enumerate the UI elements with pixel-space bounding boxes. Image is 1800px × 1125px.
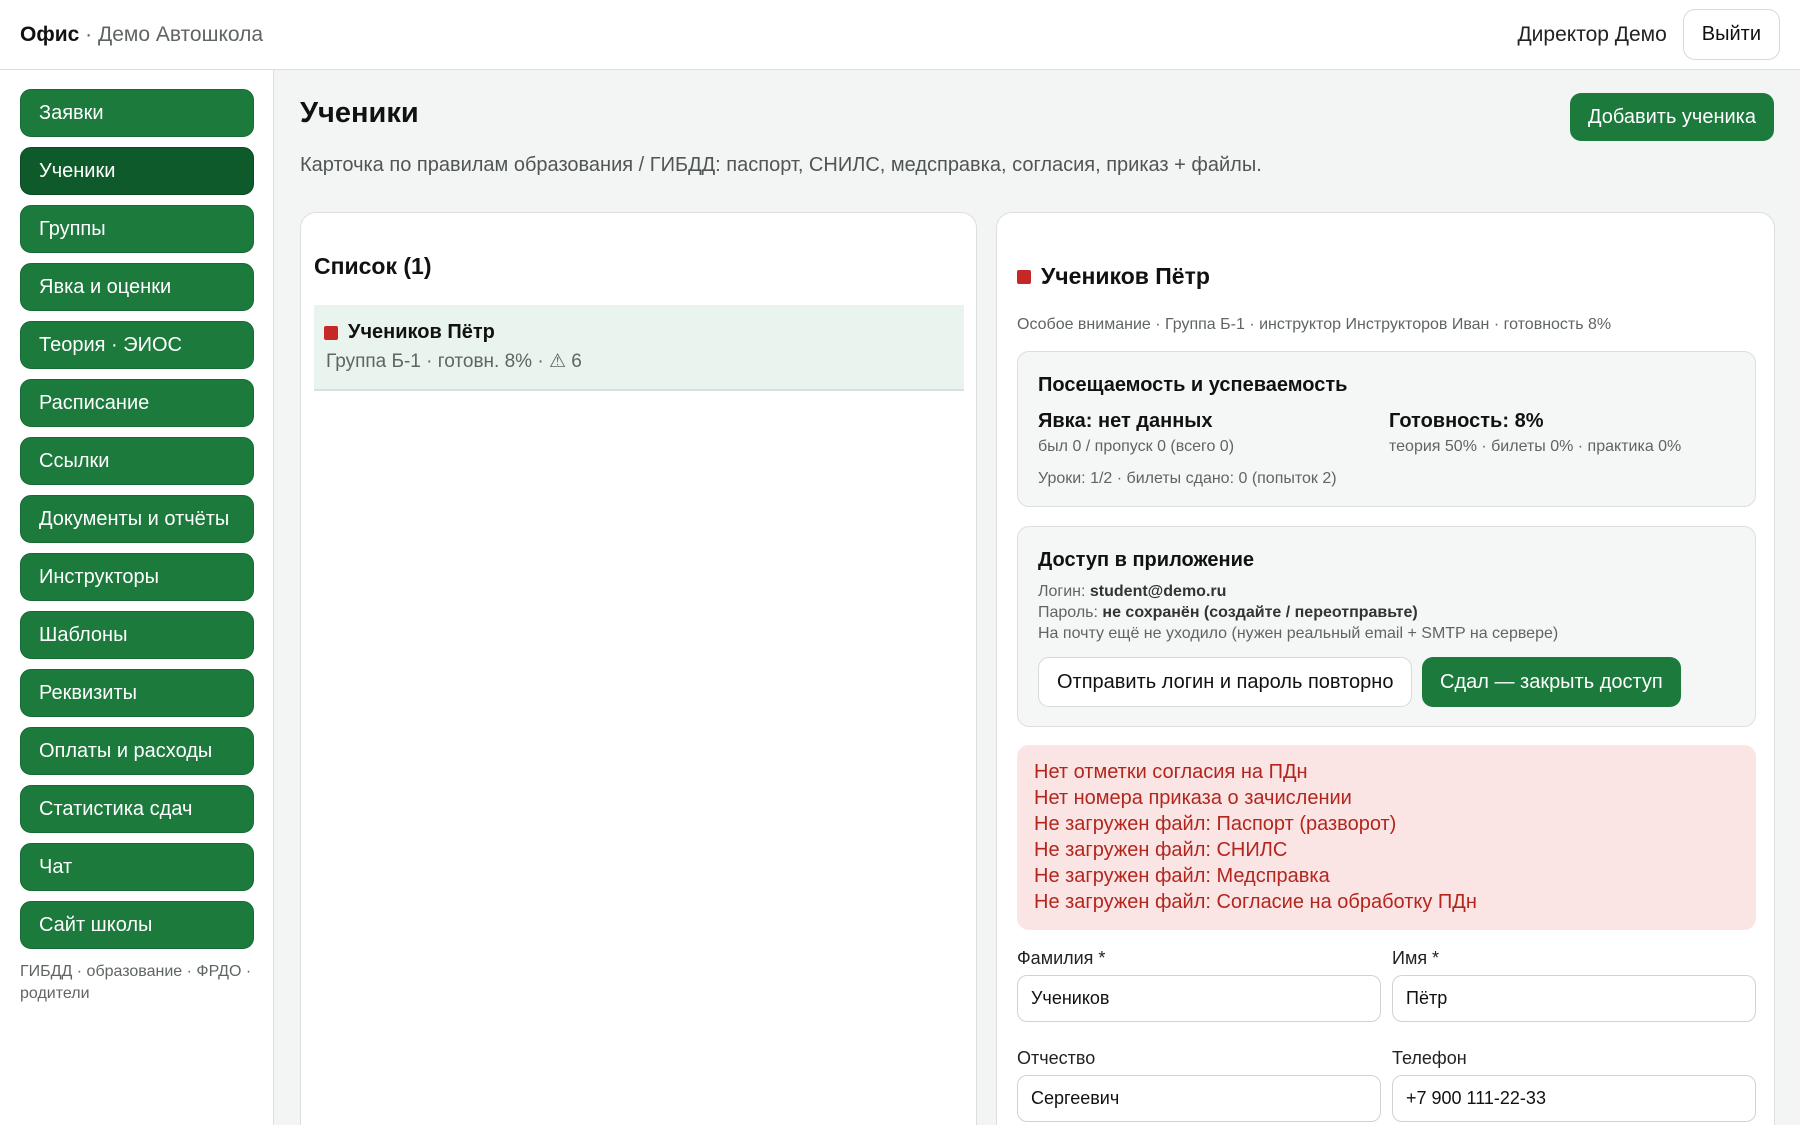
detail-header: Учеников Пётр <box>1017 263 1210 290</box>
attendance-status: Явка: нет данных <box>1038 410 1213 432</box>
close-access-button[interactable]: Сдал — закрыть доступ <box>1422 657 1681 707</box>
main-content: Ученики Добавить ученика Карточка по пра… <box>275 70 1800 1125</box>
readiness-detail: теория 50% · билеты 0% · практика 0% <box>1389 438 1682 455</box>
warning-item: Не загружен файл: СНИЛС <box>1034 839 1288 861</box>
student-list-panel: Список (1) Учеников Пётр Группа Б-1 · го… <box>300 212 977 1125</box>
sidebar-item-templates[interactable]: Шаблоны <box>20 611 254 659</box>
app-name: Офис <box>20 22 80 46</box>
surname-input[interactable] <box>1017 975 1381 1022</box>
sidebar-item-instructors[interactable]: Инструкторы <box>20 553 254 601</box>
list-item-name-row: Учеников Пётр <box>324 321 954 344</box>
sidebar-item-chat[interactable]: Чат <box>20 843 254 891</box>
add-student-button[interactable]: Добавить ученика <box>1569 93 1774 141</box>
login-line: Логин: student@demo.ru <box>1038 581 1558 602</box>
login-label: Логин: <box>1038 583 1090 600</box>
student-detail-panel: Учеников Пётр Особое внимание · Группа Б… <box>996 212 1775 1125</box>
sidebar-item-links[interactable]: Ссылки <box>20 437 254 485</box>
access-card-title: Доступ в приложение <box>1038 549 1254 571</box>
top-bar: Офис · Демо Автошкола Директор Демо Выйт… <box>0 0 1800 70</box>
brand: Офис · Демо Автошкола <box>20 23 263 47</box>
sidebar-item-school-site[interactable]: Сайт школы <box>20 901 254 949</box>
attendance-card: Посещаемость и успеваемость Явка: нет да… <box>1017 351 1756 507</box>
warning-item: Не загружен файл: Паспорт (разворот) <box>1034 813 1397 835</box>
warnings-alert: Нет отметки согласия на ПДн Нет номера п… <box>1017 745 1756 930</box>
lessons-summary: Уроки: 1/2 · билеты сдано: 0 (попыток 2) <box>1038 470 1337 487</box>
user-area: Директор Демо Выйти <box>1517 9 1780 60</box>
password-label: Пароль: <box>1038 604 1103 621</box>
attendance-detail: был 0 / пропуск 0 (всего 0) <box>1038 438 1235 455</box>
warning-item: Нет отметки согласия на ПДн <box>1034 761 1308 783</box>
patronymic-input[interactable] <box>1017 1075 1381 1122</box>
list-item-meta: Группа Б-1 · готовн. 8% · ⚠ 6 <box>326 351 582 372</box>
warning-item: Не загружен файл: Согласие на обработку … <box>1034 891 1477 913</box>
login-value: student@demo.ru <box>1089 583 1227 600</box>
list-title: Список (1) <box>314 253 432 279</box>
page-subtitle: Карточка по правилам образования / ГИБДД… <box>300 154 1262 176</box>
detail-meta: Особое внимание · Группа Б-1 · инструкто… <box>1017 316 1612 333</box>
resend-credentials-button[interactable]: Отправить логин и пароль повторно <box>1038 657 1413 707</box>
sidebar-item-documents[interactable]: Документы и отчёты <box>20 495 254 543</box>
warning-item: Нет номера приказа о зачислении <box>1034 787 1352 809</box>
phone-label: Телефон <box>1392 1048 1467 1068</box>
school-name: Демо Автошкола <box>97 22 264 46</box>
detail-student-name: Учеников Пётр <box>1041 263 1210 289</box>
sidebar-item-students[interactable]: Ученики <box>20 147 254 195</box>
logout-button[interactable]: Выйти <box>1682 9 1780 60</box>
warning-item: Не загружен файл: Медсправка <box>1034 865 1330 887</box>
sidebar-item-exam-stats[interactable]: Статистика сдач <box>20 785 254 833</box>
page-title: Ученики <box>300 97 419 129</box>
sidebar-item-attendance[interactable]: Явка и оценки <box>20 263 254 311</box>
surname-label: Фамилия * <box>1017 948 1106 968</box>
list-item-name: Учеников Пётр <box>348 321 495 343</box>
name-input[interactable] <box>1392 975 1756 1022</box>
sidebar-item-payments[interactable]: Оплаты и расходы <box>20 727 254 775</box>
readiness-status: Готовность: 8% <box>1389 410 1544 432</box>
access-info: Логин: student@demo.ru Пароль: не сохран… <box>1038 581 1558 644</box>
sidebar-item-groups[interactable]: Группы <box>20 205 254 253</box>
sidebar-footer: ГИБДД · образование · ФРДО · родители <box>20 963 252 1002</box>
phone-input[interactable] <box>1392 1075 1756 1122</box>
status-marker-icon <box>1017 269 1031 284</box>
attendance-card-title: Посещаемость и успеваемость <box>1038 374 1348 396</box>
sidebar: Заявки Ученики Группы Явка и оценки Теор… <box>0 70 274 1125</box>
password-value: не сохранён (создайте / переотправьте) <box>1102 604 1418 621</box>
list-item[interactable]: Учеников Пётр Группа Б-1 · готовн. 8% · … <box>314 305 964 391</box>
brand-separator: · <box>79 22 98 46</box>
password-line: Пароль: не сохранён (создайте / переотпр… <box>1038 602 1558 623</box>
name-label: Имя * <box>1392 948 1440 968</box>
mail-note: На почту ещё не уходило (нужен реальный … <box>1038 625 1559 642</box>
sidebar-item-schedule[interactable]: Расписание <box>20 379 254 427</box>
app-access-card: Доступ в приложение Логин: student@demo.… <box>1017 526 1756 727</box>
status-marker-icon <box>324 325 338 340</box>
sidebar-item-requisites[interactable]: Реквизиты <box>20 669 254 717</box>
sidebar-item-requests[interactable]: Заявки <box>20 89 254 137</box>
sidebar-item-theory[interactable]: Теория · ЭИОС <box>20 321 254 369</box>
user-name: Директор Демо <box>1517 22 1667 46</box>
patronymic-label: Отчество <box>1017 1048 1096 1068</box>
